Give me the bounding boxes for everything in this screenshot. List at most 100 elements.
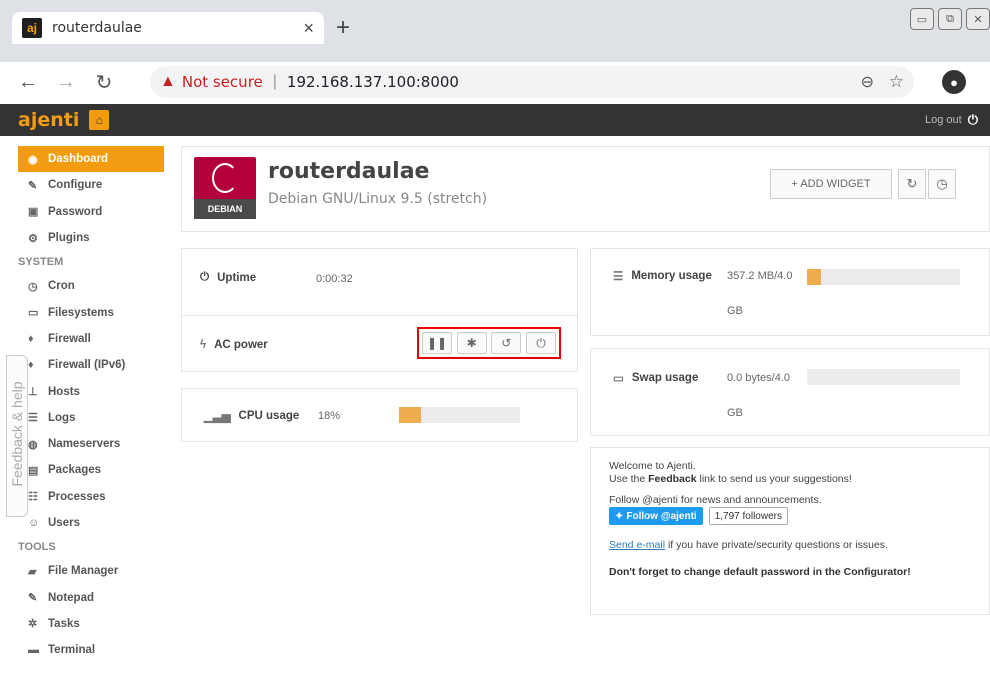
feedback-tab[interactable]: Feedback & help (6, 355, 28, 517)
sidebar-item-terminal[interactable]: ▬ Terminal (0, 637, 172, 663)
feedback-hint-pre: Use the (609, 473, 649, 485)
favicon: aj (22, 18, 42, 38)
host-header: DEBIAN routerdaulae Debian GNU/Linux 9.5… (181, 146, 990, 232)
sidebar-item-cron[interactable]: ◷ Cron (0, 273, 172, 299)
sidebar-item-notepad[interactable]: ✎ Notepad (0, 584, 172, 610)
new-tab-icon[interactable]: + (336, 16, 350, 40)
power-buttons: ❚❚ ✱ ↺ ⏻ (417, 327, 561, 359)
sidebar-item-label: File Manager (48, 565, 119, 578)
reload-icon[interactable]: ↻ (94, 70, 114, 95)
hibernate-button[interactable]: ✱ (456, 332, 487, 354)
tab-title: routerdaulae (52, 20, 142, 36)
restore-icon[interactable]: ⧉ (938, 8, 962, 30)
url-separator: | (272, 73, 277, 90)
swap-value: 0.0 bytes/4.0 (727, 372, 790, 384)
url-text[interactable]: 192.168.137.100:8000 (287, 73, 459, 91)
home-icon[interactable]: ⌂ (89, 110, 110, 130)
twitter-follow-label: Follow @ajenti (626, 510, 697, 522)
signal-bars-icon: ▁▃▅ (204, 411, 231, 423)
refresh-icon: ↻ (906, 176, 918, 191)
sidebar-item-label: Processes (48, 490, 106, 503)
pause-icon: ❚❚ (426, 336, 448, 350)
uptime-label: Uptime (217, 271, 257, 284)
app-topbar: ajenti ⌂ Log out ⏻ (0, 104, 990, 136)
security-label[interactable]: Not secure (182, 73, 263, 91)
minimize-icon[interactable]: ▭ (910, 8, 934, 30)
history-button[interactable]: ◷ (928, 169, 956, 199)
reboot-button[interactable]: ↺ (491, 332, 522, 354)
sitemap-icon: ⊥ (28, 386, 38, 399)
zoom-icon[interactable]: ⊖ (861, 72, 874, 92)
gears-icon: ⚙ (28, 232, 38, 245)
address-bar-row: ← → ↻ ▲ Not secure | 192.168.137.100:800… (0, 62, 990, 102)
profile-icon[interactable]: ● (942, 70, 966, 94)
brand-logo[interactable]: ajenti (18, 109, 79, 131)
sidebar-item-label: Hosts (48, 385, 80, 398)
sidebar-item-label: Configure (48, 179, 103, 192)
swap-bar (807, 369, 960, 385)
os-name: Debian GNU/Linux 9.5 (stretch) (268, 191, 488, 207)
close-tab-icon[interactable]: × (303, 18, 314, 39)
sidebar-item-label: Firewall (48, 332, 91, 345)
twitter-follow-button[interactable]: ✦ Follow @ajenti (609, 507, 703, 525)
bookmark-star-icon[interactable]: ☆ (889, 72, 904, 92)
url-bar[interactable]: ▲ Not secure | 192.168.137.100:8000 ⊖ ☆ (150, 66, 914, 98)
sidebar-item-filesystems[interactable]: ▭ Filesystems (0, 299, 172, 325)
asterisk-icon: ✱ (466, 336, 477, 350)
logo-label: DEBIAN (194, 199, 256, 219)
cpu-bar (399, 407, 520, 423)
add-widget-button[interactable]: + ADD WIDGET (770, 169, 892, 199)
hdd-icon: ▭ (613, 373, 624, 385)
sidebar-item-firewall[interactable]: ♦ Firewall (0, 326, 172, 352)
refresh-button[interactable]: ↻ (898, 169, 926, 199)
password-warning: Don't forget to change default password … (609, 566, 911, 578)
ac-power-label: AC power (214, 339, 268, 351)
email-hint: if you have private/security questions o… (665, 539, 888, 551)
suspend-button[interactable]: ❚❚ (422, 332, 452, 354)
dashboard-icon: ◉ (28, 153, 38, 166)
fire-icon: ♦ (28, 359, 34, 372)
twitter-icon: ✦ (615, 510, 624, 522)
send-email-link[interactable]: Send e-mail (609, 539, 665, 551)
warning-icon[interactable]: ▲ (160, 73, 176, 91)
power-icon: ⏻ (967, 112, 978, 127)
sidebar-item-file-manager[interactable]: ▰ File Manager (0, 558, 172, 584)
sidebar-item-plugins[interactable]: ⚙ Plugins (0, 225, 172, 251)
bolt-icon: ϟ (200, 339, 207, 351)
sidebar-item-label: Dashboard (48, 153, 109, 166)
gift-icon: ▤ (28, 464, 39, 477)
forward-icon[interactable]: → (56, 71, 76, 94)
memory-label: Memory usage (631, 270, 712, 282)
list-icon: ☰ (28, 412, 38, 425)
welcome-line: Welcome to Ajenti. (609, 460, 696, 472)
cog-icon: ✲ (28, 618, 38, 631)
sidebar-item-label: Tasks (48, 617, 80, 630)
sidebar-item-tasks[interactable]: ✲ Tasks (0, 611, 172, 637)
followers-count[interactable]: 1,797 followers (708, 507, 788, 525)
sidebar-item-label: Filesystems (48, 306, 114, 319)
widget-uptime-power: ⏻ Uptime 0:00:32 ϟ AC power ❚❚ ✱ ↺ ⏻ (181, 248, 579, 372)
close-window-icon[interactable]: ✕ (966, 8, 990, 30)
page-title: routerdaulae (268, 159, 430, 184)
sidebar-item-password[interactable]: ▣ Password (0, 199, 172, 225)
folder-icon: ▰ (28, 565, 37, 578)
widget-swap: ▭ Swap usage 0.0 bytes/4.0 GB (590, 348, 990, 436)
back-icon[interactable]: ← (18, 71, 38, 94)
sidebar-item-label: Firewall (IPv6) (48, 359, 126, 372)
window-controls: ▭ ⧉ ✕ (910, 8, 990, 30)
memory-bar-fill (807, 269, 821, 285)
sidebar-item-label: Packages (48, 464, 102, 477)
cpu-value: 18% (318, 410, 341, 422)
logout-button[interactable]: Log out ⏻ (925, 112, 978, 128)
uptime-value: 0:00:32 (316, 273, 353, 285)
feedback-label: Feedback & help (9, 381, 25, 487)
clock-icon: ◷ (28, 280, 38, 293)
swap-unit: GB (727, 407, 743, 419)
shutdown-button[interactable]: ⏻ (525, 332, 556, 354)
hdd-icon: ▭ (28, 307, 39, 320)
sidebar-item-dashboard[interactable]: ◉ Dashboard (18, 146, 164, 173)
sidebar-item-label: Plugins (48, 232, 90, 245)
sidebar-item-configure[interactable]: ✎ Configure (0, 172, 172, 198)
logout-label: Log out (925, 114, 962, 126)
browser-tab[interactable]: aj routerdaulae × (12, 12, 324, 44)
